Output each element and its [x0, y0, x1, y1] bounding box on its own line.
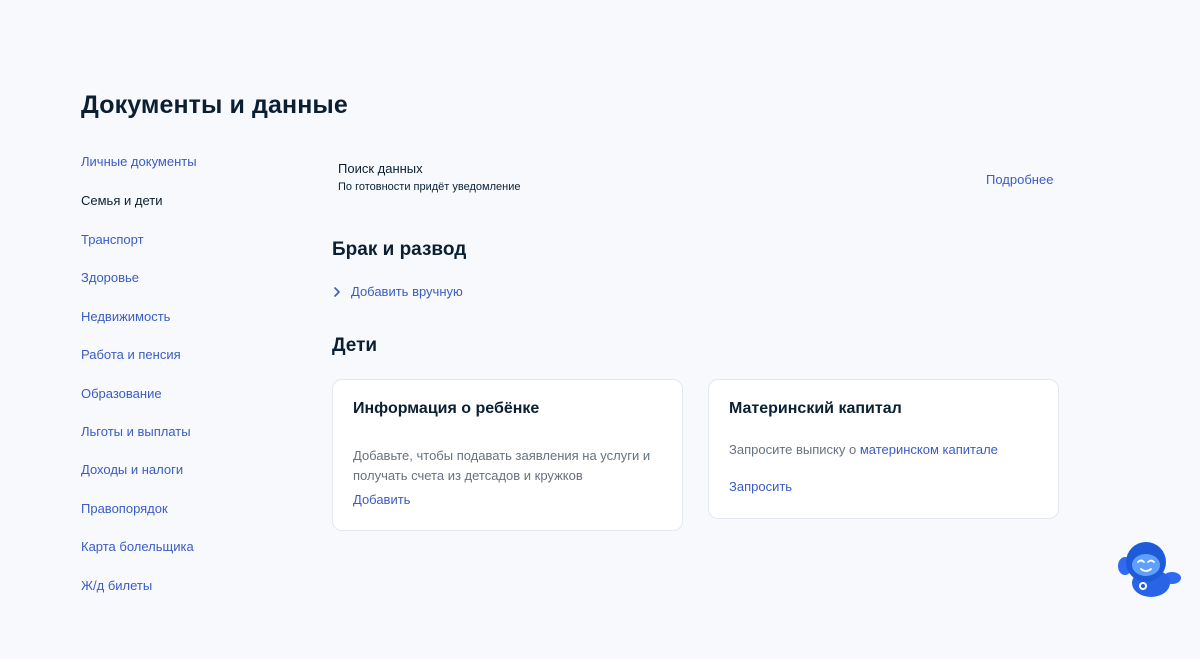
marriage-section-title: Брак и развод — [332, 239, 467, 260]
sidebar-item-personal-documents[interactable]: Личные документы — [81, 154, 197, 169]
add-child-button[interactable]: Добавить — [353, 492, 410, 507]
capital-card-description: Запросите выписку о материнском капитале — [729, 440, 1039, 460]
sidebar-item-fan-card[interactable]: Карта болельщика — [81, 539, 194, 554]
add-manually-link[interactable]: Добавить вручную — [332, 284, 463, 299]
capital-card-title: Материнский капитал — [729, 400, 902, 417]
status-title: Поиск данных — [338, 161, 423, 176]
child-card-description: Добавьте, чтобы подавать заявления на ус… — [353, 448, 651, 483]
robot-assistant-icon[interactable] — [1116, 538, 1182, 598]
sidebar-item-family-children[interactable]: Семья и дети — [81, 193, 162, 208]
maternity-capital-link[interactable]: материнском капитале — [860, 442, 998, 457]
add-manually-label: Добавить вручную — [351, 284, 463, 299]
chevron-right-icon — [334, 286, 340, 297]
page-title: Документы и данные — [81, 91, 348, 119]
sidebar-item-income-taxes[interactable]: Доходы и налоги — [81, 462, 183, 477]
sidebar-item-train-tickets[interactable]: Ж/д билеты — [81, 578, 152, 593]
data-search-status: Поиск данных По готовности придёт уведом… — [338, 161, 520, 193]
children-section-title: Дети — [332, 335, 378, 356]
capital-description-text: Запросите выписку о — [729, 442, 860, 457]
sidebar-item-education[interactable]: Образование — [81, 386, 162, 401]
sidebar-item-law-enforcement[interactable]: Правопорядок — [81, 501, 168, 516]
sidebar-item-work-pension[interactable]: Работа и пенсия — [81, 347, 181, 362]
sidebar-item-transport[interactable]: Транспорт — [81, 232, 144, 247]
maternity-capital-card: Материнский капитал Запросите выписку о … — [708, 379, 1059, 519]
more-link[interactable]: Подробнее — [986, 172, 1053, 187]
request-statement-button[interactable]: Запросить — [729, 479, 792, 494]
status-subtitle: По готовности придёт уведомление — [338, 181, 521, 193]
sidebar-item-health[interactable]: Здоровье — [81, 270, 139, 285]
sidebar-item-real-estate[interactable]: Недвижимость — [81, 309, 170, 324]
child-card-title: Информация о ребёнке — [353, 400, 540, 417]
child-info-card: Информация о ребёнке Добавьте, чтобы под… — [332, 379, 683, 531]
sidebar-item-benefits-payments[interactable]: Льготы и выплаты — [81, 424, 191, 439]
